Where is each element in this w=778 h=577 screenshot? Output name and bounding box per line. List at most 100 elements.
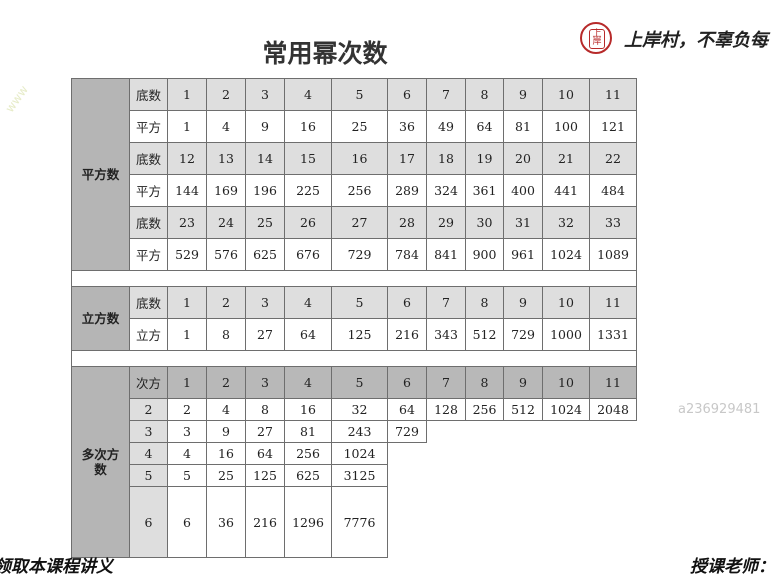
- table-cell: 169: [206, 174, 246, 207]
- table-cell: 1000: [542, 318, 590, 351]
- table-cell: 6: [387, 366, 427, 399]
- row-label: 次方: [129, 366, 168, 399]
- table-cell: 27: [331, 206, 388, 239]
- table-cell: 256: [284, 442, 332, 465]
- table-cell: 49: [426, 110, 466, 143]
- table-cell: 128: [426, 398, 466, 421]
- table-cell: 3125: [331, 464, 388, 487]
- table-cell: 30: [465, 206, 504, 239]
- table-cell: 1331: [589, 318, 637, 351]
- table-cell: 216: [387, 318, 427, 351]
- table-cell: 64: [387, 398, 427, 421]
- table-cell: 7: [426, 78, 466, 111]
- table-cell: 343: [426, 318, 466, 351]
- table-cell: 31: [503, 206, 543, 239]
- faint-watermark: www: [2, 82, 31, 116]
- section-divider: [71, 270, 637, 287]
- table-cell: 5: [331, 286, 388, 319]
- table-cell: 81: [284, 420, 332, 443]
- table-cell: 243: [331, 420, 388, 443]
- table-cell: 25: [206, 464, 246, 487]
- table-cell: 4: [284, 366, 332, 399]
- table-cell: 1: [167, 110, 207, 143]
- table-cell: 196: [245, 174, 285, 207]
- table-cell: 625: [245, 238, 285, 271]
- table-cell: 289: [387, 174, 427, 207]
- table-cell: 36: [387, 110, 427, 143]
- table-cell: 121: [589, 110, 637, 143]
- table-cell: 1: [167, 366, 207, 399]
- table-cell: 32: [542, 206, 590, 239]
- table-cell: 2048: [589, 398, 637, 421]
- table-cell: 100: [542, 110, 590, 143]
- table-cell: 10: [542, 366, 590, 399]
- table-cell: 1024: [542, 238, 590, 271]
- table-cell: 2: [206, 366, 246, 399]
- table-cell: 8: [465, 286, 504, 319]
- logo-icon: 上岸: [589, 29, 605, 49]
- table-cell: 32: [331, 398, 388, 421]
- table-cell: 1024: [542, 398, 590, 421]
- table-cell: 10: [542, 78, 590, 111]
- table-cell: 1024: [331, 442, 388, 465]
- table-cell: 512: [465, 318, 504, 351]
- table-cell: 676: [284, 238, 332, 271]
- table-cell: 8: [465, 366, 504, 399]
- table-cell: 729: [387, 420, 427, 443]
- table-cell: 7: [426, 286, 466, 319]
- table-cell: 11: [589, 366, 637, 399]
- table-cell: 19: [465, 142, 504, 175]
- table-cell: 25: [331, 110, 388, 143]
- table-cell: 18: [426, 142, 466, 175]
- table-cell: 729: [331, 238, 388, 271]
- table-cell: 7776: [331, 486, 388, 558]
- table-cell: 900: [465, 238, 504, 271]
- table-cell: 5: [331, 78, 388, 111]
- footer-left-text: 领取本课程讲义: [0, 557, 113, 577]
- table-cell: 23: [167, 206, 207, 239]
- table-cell: 256: [465, 398, 504, 421]
- section-divider: [71, 350, 637, 367]
- table-cell: 1089: [589, 238, 637, 271]
- table-cell: 225: [284, 174, 332, 207]
- table-cell: 4: [284, 78, 332, 111]
- row-label: 2: [129, 398, 168, 421]
- table-cell: 8: [245, 398, 285, 421]
- table-cell: 1: [167, 286, 207, 319]
- table-cell: 7: [426, 366, 466, 399]
- table-cell: 81: [503, 110, 543, 143]
- table-cell: 841: [426, 238, 466, 271]
- table-cell: 64: [465, 110, 504, 143]
- table-cell: 125: [245, 464, 285, 487]
- table-cell: 27: [245, 420, 285, 443]
- table-cell: 11: [589, 78, 637, 111]
- row-label: 3: [129, 420, 168, 443]
- table-cell: 3: [245, 286, 285, 319]
- table-cell: 64: [284, 318, 332, 351]
- row-label: 4: [129, 442, 168, 465]
- table-cell: 16: [284, 398, 332, 421]
- table-cell: 26: [284, 206, 332, 239]
- page-title: 常用幂次数: [262, 39, 388, 68]
- table-cell: 4: [206, 110, 246, 143]
- table-cell: 29: [426, 206, 466, 239]
- table-cell: 5: [331, 366, 388, 399]
- table-cell: 10: [542, 286, 590, 319]
- table-cell: 20: [503, 142, 543, 175]
- row-label: 5: [129, 464, 168, 487]
- table-cell: 441: [542, 174, 590, 207]
- table-cell: 256: [331, 174, 388, 207]
- table-cell: 729: [503, 318, 543, 351]
- table-cell: 64: [245, 442, 285, 465]
- table-cell: 16: [284, 110, 332, 143]
- table-cell: 14: [245, 142, 285, 175]
- table-cell: 28: [387, 206, 427, 239]
- table-cell: 961: [503, 238, 543, 271]
- table-cell: 1296: [284, 486, 332, 558]
- table-cell: 22: [589, 142, 637, 175]
- table-cell: 12: [167, 142, 207, 175]
- row-label: 立方: [129, 318, 168, 351]
- table-cell: 9: [503, 286, 543, 319]
- section-label-cubes: 立方数: [71, 286, 130, 351]
- table-cell: 15: [284, 142, 332, 175]
